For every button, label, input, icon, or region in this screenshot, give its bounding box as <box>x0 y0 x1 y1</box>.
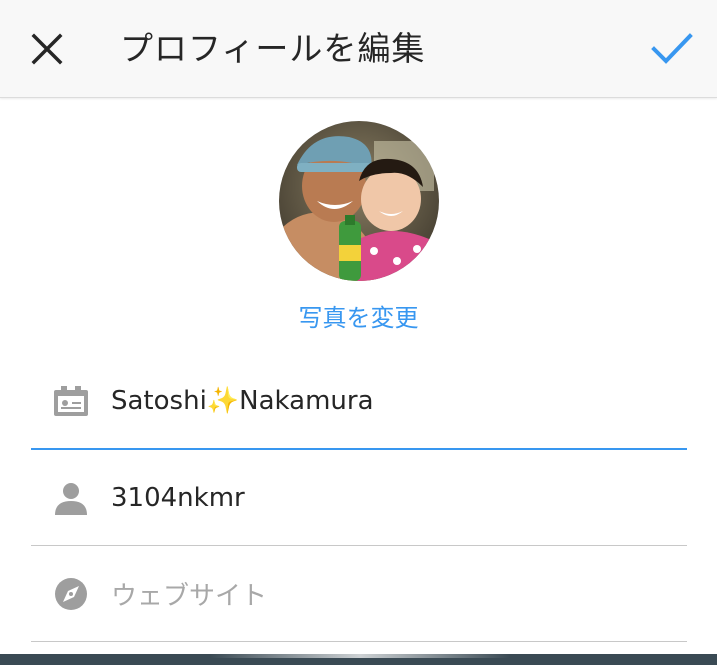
change-photo-link[interactable]: 写真を変更 <box>0 300 717 336</box>
name-value: Satoshi✨Nakamura <box>111 386 374 416</box>
compass-icon <box>53 576 89 612</box>
checkmark-icon <box>651 33 693 64</box>
username-value: 3104nkmr <box>111 482 245 513</box>
profile-photo <box>279 121 439 281</box>
person-icon <box>53 480 89 516</box>
username-field[interactable]: 3104nkmr <box>31 450 687 546</box>
top-app-bar: プロフィールを編集 <box>0 0 717 98</box>
page-title: プロフィールを編集 <box>120 29 426 68</box>
bottom-navigation-edge <box>0 654 717 665</box>
close-button[interactable] <box>24 26 70 72</box>
website-field[interactable]: ウェブサイト <box>31 546 687 642</box>
website-placeholder: ウェブサイト <box>111 581 268 611</box>
close-icon <box>31 33 63 65</box>
id-card-icon <box>53 383 89 419</box>
bottom-glow <box>210 654 510 658</box>
done-button[interactable] <box>647 26 697 72</box>
avatar[interactable] <box>279 121 439 281</box>
name-field[interactable]: Satoshi✨Nakamura <box>31 354 687 450</box>
